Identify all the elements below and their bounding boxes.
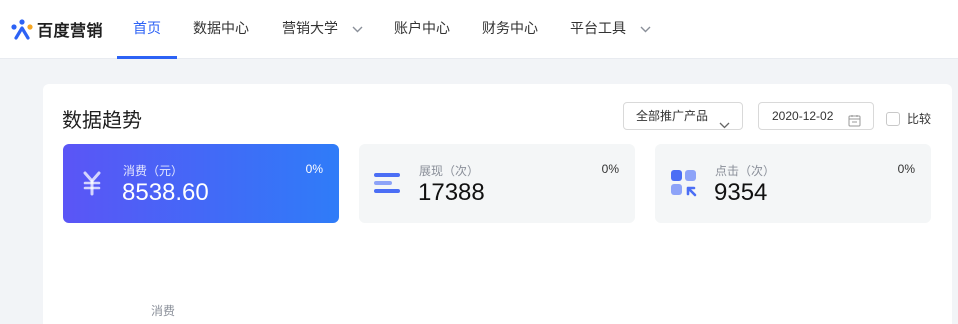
stat-card-clicks[interactable]: 点击（次） 9354 0% — [655, 144, 931, 223]
stat-label: 展现（次） — [419, 164, 480, 178]
nav-marketing-university-label: 营销大学 — [282, 21, 338, 37]
brand-name: 百度营销 — [37, 21, 104, 40]
calendar-icon — [848, 110, 861, 136]
stat-label: 消费（元） — [123, 164, 184, 178]
stat-change: 0% — [897, 162, 915, 176]
stat-value: 8538.60 — [122, 179, 209, 206]
stat-value: 17388 — [418, 179, 485, 206]
nav-platform-tools-label: 平台工具 — [570, 21, 626, 37]
baidu-paw-icon — [9, 17, 35, 41]
brand-logo[interactable]: 百度营销 — [9, 17, 103, 41]
top-nav-bar: 百度营销 首页 数据中心 营销大学 账户中心 财务中心 平台工具 — [0, 0, 958, 59]
stat-label: 点击（次） — [715, 164, 776, 178]
stat-card-impressions[interactable]: 展现（次） 17388 0% — [359, 144, 635, 223]
product-select-value: 全部推广产品 — [636, 109, 709, 123]
nav-data-center[interactable]: 数据中心 — [193, 0, 249, 59]
nav-marketing-university[interactable]: 营销大学 — [282, 0, 363, 59]
chevron-down-icon — [640, 0, 651, 58]
nav-active-indicator — [117, 56, 177, 59]
nav-platform-tools[interactable]: 平台工具 — [570, 0, 651, 59]
compare-toggle[interactable]: 比较 — [886, 110, 931, 127]
date-value: 2020-12-02 — [772, 109, 834, 123]
stat-value: 9354 — [714, 179, 768, 206]
stat-change: 0% — [601, 162, 619, 176]
nav-account-center[interactable]: 账户中心 — [394, 0, 450, 59]
clicks-icon — [669, 168, 699, 198]
date-picker[interactable]: 2020-12-02 — [758, 102, 874, 130]
nav-finance-center[interactable]: 财务中心 — [482, 0, 538, 59]
nav-home[interactable]: 首页 — [133, 0, 161, 59]
yuan-icon — [77, 168, 107, 198]
chevron-down-icon — [719, 112, 730, 138]
stat-change: 0% — [305, 162, 323, 176]
compare-checkbox[interactable] — [886, 111, 900, 126]
chevron-down-icon — [352, 0, 363, 58]
stat-card-spend[interactable]: 消费（元） 8538.60 0% — [63, 144, 339, 223]
impressions-icon — [373, 168, 403, 198]
chart-axis-label: 消费 — [151, 304, 176, 318]
section-title: 数据趋势 — [62, 108, 142, 132]
compare-label: 比较 — [907, 112, 932, 126]
product-select[interactable]: 全部推广产品 — [623, 102, 743, 130]
